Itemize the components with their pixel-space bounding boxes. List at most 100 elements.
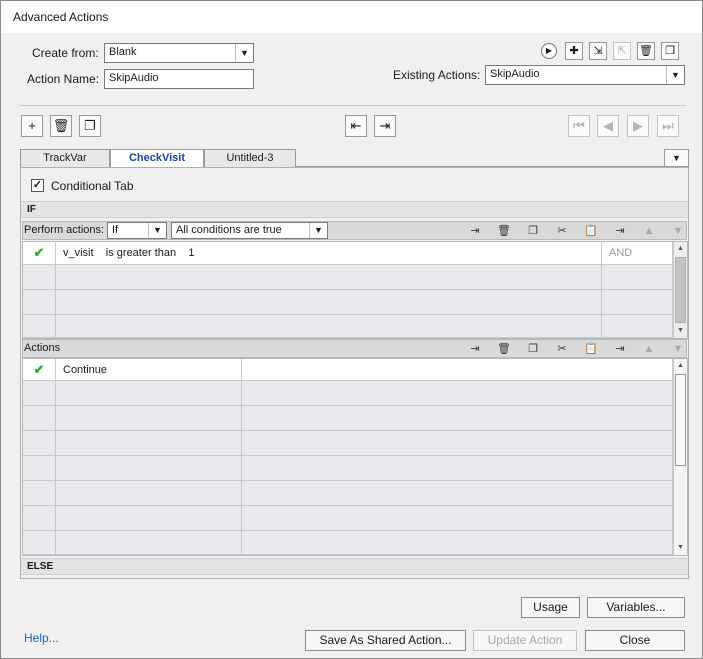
condition-operator[interactable]: AND: [602, 242, 673, 265]
delete-row-icon[interactable]: 🗑: [495, 223, 513, 239]
condition-empty-cell[interactable]: [56, 315, 602, 338]
condition-empty-cell[interactable]: [602, 315, 673, 338]
title-bar: Advanced Actions: [1, 1, 702, 33]
duplicate-decision-icon[interactable]: ❐: [79, 115, 101, 137]
condition-empty-cell[interactable]: [23, 290, 56, 315]
condition-empty-cell[interactable]: [602, 290, 673, 315]
add-decision-icon[interactable]: +: [21, 115, 43, 137]
import-action-icon[interactable]: ⇲: [589, 42, 607, 60]
action-empty-cell[interactable]: [56, 381, 242, 406]
action-empty-cell[interactable]: [242, 456, 673, 481]
tab-untitled-3[interactable]: Untitled-3: [204, 149, 296, 167]
action-empty-cell[interactable]: [242, 531, 673, 555]
action-empty-cell[interactable]: [56, 456, 242, 481]
tab-trackvar[interactable]: TrackVar: [20, 149, 110, 167]
action-empty-cell[interactable]: [23, 406, 56, 431]
insert-below-icon[interactable]: ⇥: [611, 223, 629, 239]
condition-empty-cell[interactable]: [56, 265, 602, 290]
action-empty-cell[interactable]: [23, 531, 56, 555]
header-divider: [20, 105, 686, 106]
actions-scrollbar[interactable]: ▲ ▼: [673, 359, 687, 555]
action-empty-cell[interactable]: [242, 406, 673, 431]
action-enabled-check-icon[interactable]: ✔: [23, 359, 56, 381]
move-decision-left-icon[interactable]: ⇤: [345, 115, 367, 137]
create-from-select[interactable]: Blank ▼: [104, 43, 254, 63]
action-name-cell[interactable]: Continue: [56, 359, 242, 381]
add-action-icon[interactable]: ✚: [565, 42, 583, 60]
action-empty-cell[interactable]: [56, 506, 242, 531]
conditions-scrollbar[interactable]: ▲ ▼: [673, 242, 687, 338]
action-target-cell[interactable]: [242, 359, 673, 381]
actions-toolbar: Actions ⇥ 🗑 ❐ ✂ 📋 ⇥ ▲ ▼: [22, 339, 687, 358]
conditional-checkbox[interactable]: ✓: [31, 179, 44, 192]
move-up-icon: ▲: [643, 225, 655, 237]
tab-checkvisit[interactable]: CheckVisit: [110, 149, 204, 167]
action-empty-cell[interactable]: [23, 431, 56, 456]
last-decision-icon: ⏭: [657, 115, 679, 137]
action-empty-cell[interactable]: [56, 481, 242, 506]
paste-row-icon: 📋: [584, 225, 598, 237]
scroll-up-icon[interactable]: ▲: [674, 242, 687, 256]
condition-empty-cell[interactable]: [23, 315, 56, 338]
cut-row-icon[interactable]: ✂: [553, 341, 571, 357]
if-header: IF: [21, 201, 688, 218]
condition-expression[interactable]: v_visit is greater than 1: [56, 242, 602, 265]
cut-row-icon[interactable]: ✂: [553, 223, 571, 239]
action-empty-cell[interactable]: [56, 406, 242, 431]
insert-row-icon[interactable]: ⇥: [466, 223, 484, 239]
delete-row-icon[interactable]: 🗑: [495, 341, 513, 357]
condition-empty-cell[interactable]: [56, 290, 602, 315]
action-empty-cell[interactable]: [242, 506, 673, 531]
condition-toolbar: Perform actions: If ▼ All conditions are…: [22, 221, 687, 240]
condition-enabled-check-icon[interactable]: ✔: [23, 242, 56, 265]
preview-play-icon[interactable]: ▶: [541, 43, 557, 59]
action-empty-cell[interactable]: [56, 531, 242, 555]
action-empty-cell[interactable]: [242, 431, 673, 456]
previous-decision-icon: ◀: [597, 115, 619, 137]
action-empty-cell[interactable]: [23, 481, 56, 506]
move-decision-right-icon[interactable]: ⇥: [374, 115, 396, 137]
duplicate-action-icon[interactable]: ❐: [661, 42, 679, 60]
first-decision-icon: ⏮: [568, 115, 590, 137]
else-header: ELSE: [21, 558, 688, 575]
chevron-down-icon: ▼: [148, 223, 166, 238]
action-empty-cell[interactable]: [23, 456, 56, 481]
insert-row-icon[interactable]: ⇥: [466, 341, 484, 357]
paste-row-icon: 📋: [584, 343, 598, 355]
action-empty-cell[interactable]: [23, 506, 56, 531]
conditions-grid: ✔ v_visit is greater than 1 AND ▲ ▼: [22, 241, 688, 339]
action-empty-cell[interactable]: [242, 381, 673, 406]
scroll-down-icon[interactable]: ▼: [674, 541, 687, 555]
perform-actions-select[interactable]: If ▼: [107, 222, 167, 239]
help-link[interactable]: Help...: [24, 631, 59, 645]
copy-row-icon[interactable]: ❐: [524, 341, 542, 357]
existing-actions-select[interactable]: SkipAudio ▼: [485, 65, 685, 85]
action-name-input[interactable]: SkipAudio: [104, 69, 254, 89]
save-shared-action-button[interactable]: Save As Shared Action...: [305, 630, 466, 651]
window-title: Advanced Actions: [13, 10, 109, 24]
condition-mode-select[interactable]: All conditions are true ▼: [171, 222, 328, 239]
scroll-thumb[interactable]: [675, 374, 686, 466]
insert-below-icon[interactable]: ⇥: [611, 341, 629, 357]
actions-grid: ✔ Continue ▲ ▼: [22, 358, 688, 556]
delete-action-icon[interactable]: 🗑: [637, 42, 655, 60]
scroll-down-icon[interactable]: ▼: [674, 324, 687, 338]
actions-header: Actions: [24, 342, 61, 354]
conditional-label: Conditional Tab: [51, 179, 134, 193]
scroll-up-icon[interactable]: ▲: [674, 359, 687, 373]
action-empty-cell[interactable]: [242, 481, 673, 506]
tabs-menu-icon[interactable]: ▼: [664, 149, 689, 167]
condition-empty-cell[interactable]: [23, 265, 56, 290]
action-empty-cell[interactable]: [56, 431, 242, 456]
action-name-value: SkipAudio: [109, 72, 159, 84]
close-button[interactable]: Close: [585, 630, 685, 651]
action-empty-cell[interactable]: [23, 381, 56, 406]
condition-empty-cell[interactable]: [602, 265, 673, 290]
copy-row-icon[interactable]: ❐: [524, 223, 542, 239]
update-action-button: Update Action: [473, 630, 577, 651]
delete-decision-icon[interactable]: 🗑: [50, 115, 72, 137]
usage-button[interactable]: Usage: [521, 597, 580, 618]
variables-button[interactable]: Variables...: [587, 597, 685, 618]
chevron-down-icon: ▼: [235, 44, 253, 62]
scroll-thumb[interactable]: [675, 257, 686, 323]
